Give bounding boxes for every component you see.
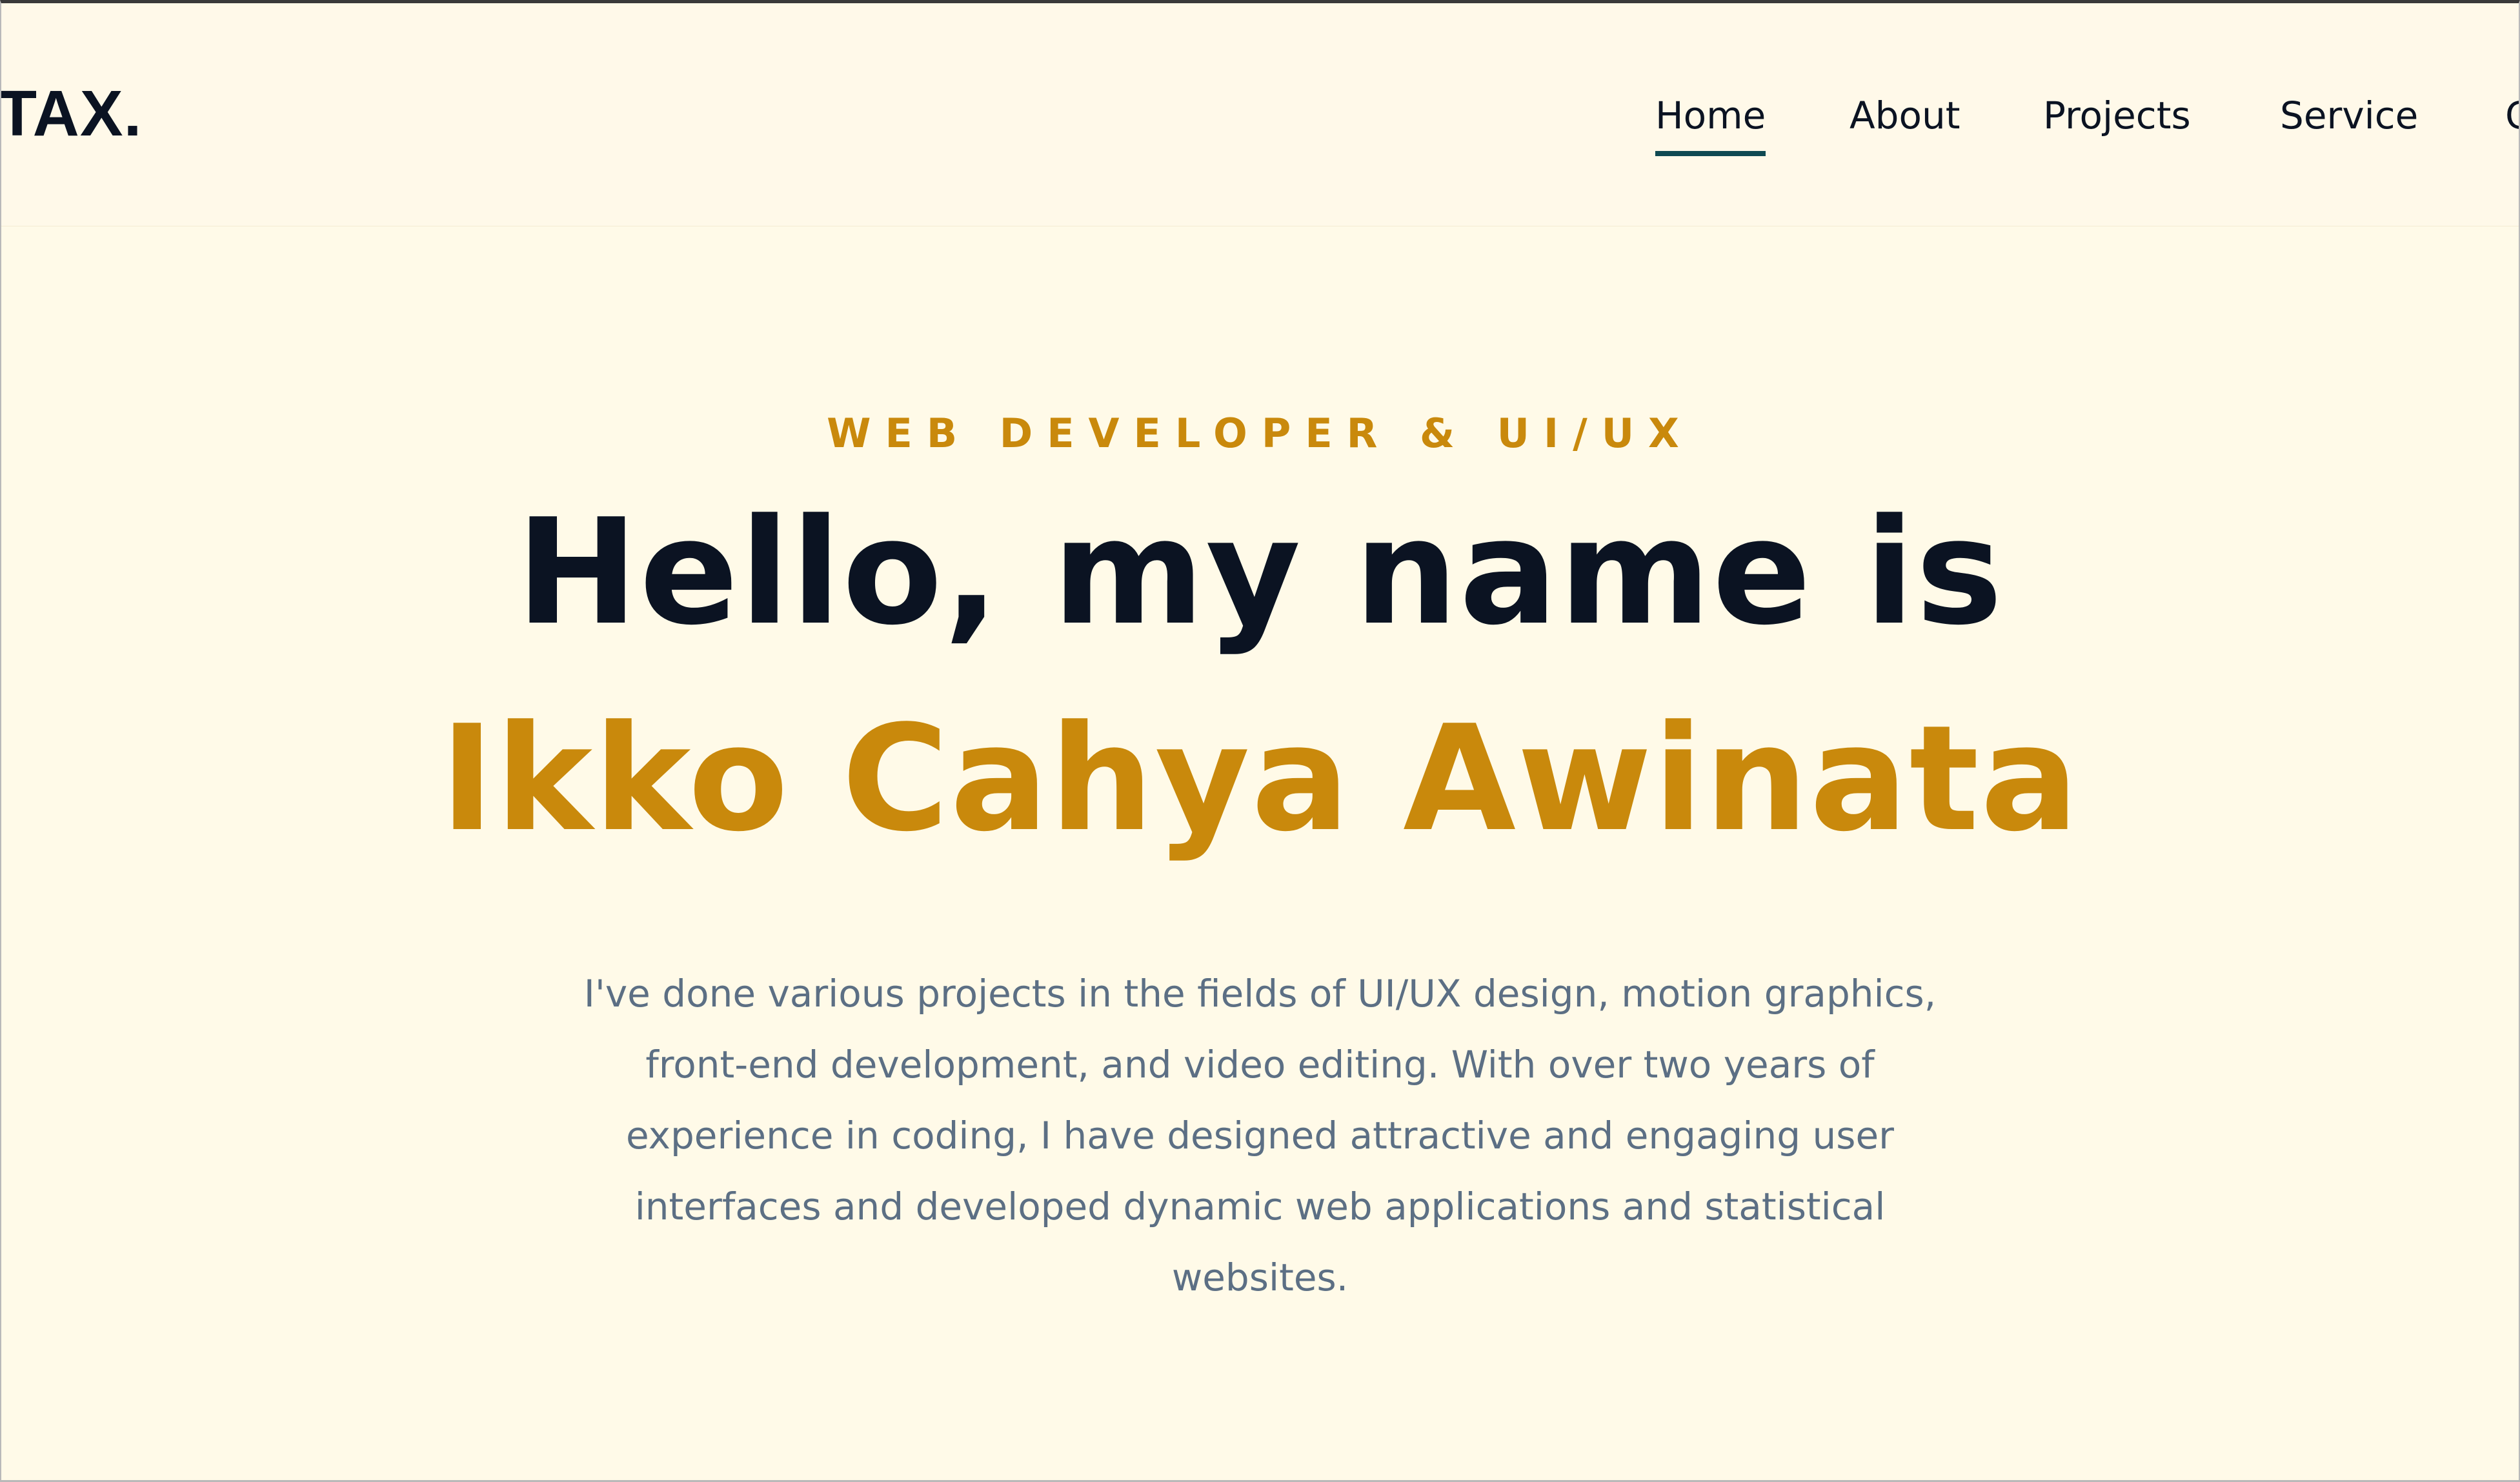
site-header: TAX. Home About Projects Service C [1, 6, 2519, 226]
hero-subtitle: WEB DEVELOPER & UI/UX [827, 410, 1693, 457]
hero-headline: Hello, my name is [516, 488, 2004, 657]
nav-contact-truncated[interactable]: C [2505, 97, 2519, 134]
hero-name: Ikko Cahya Awinata [439, 694, 2081, 864]
main-nav: Home About Projects Service C [1, 97, 2519, 174]
hero-description: I've done various projects in the fields… [583, 972, 1937, 1299]
nav-projects[interactable]: Projects [2043, 97, 2191, 134]
nav-home[interactable]: Home [1655, 97, 1766, 156]
nav-service[interactable]: Service [2280, 97, 2418, 134]
browser-viewport: TAX. Home About Projects Service C WEB D… [0, 0, 2520, 1482]
nav-about[interactable]: About [1850, 97, 1960, 134]
